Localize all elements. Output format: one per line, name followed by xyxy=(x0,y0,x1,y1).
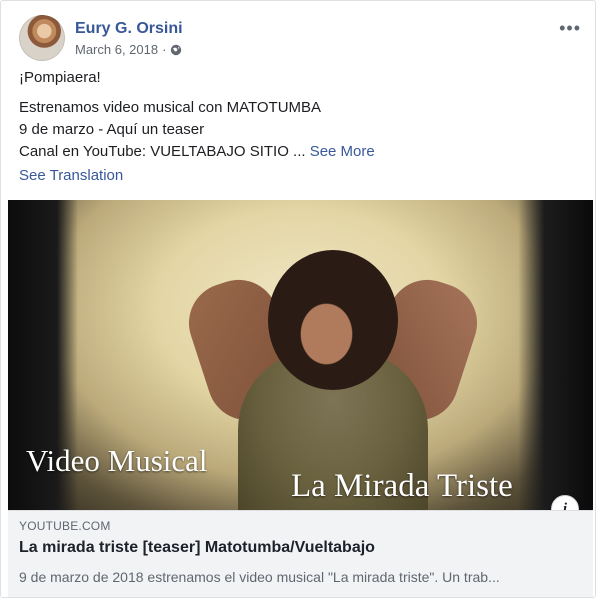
see-translation-link[interactable]: See Translation xyxy=(19,167,123,184)
author-name[interactable]: Eury G. Orsini xyxy=(75,20,183,38)
post-date[interactable]: March 6, 2018 xyxy=(75,42,158,57)
globe-icon[interactable] xyxy=(170,44,182,56)
dancer-head xyxy=(268,250,398,390)
link-preview[interactable]: YOUTUBE.COM La mirada triste [teaser] Ma… xyxy=(8,510,593,597)
post-text-line: ¡Pompiaera! xyxy=(19,69,101,86)
post-text-line: 9 de marzo - Aquí un teaser xyxy=(19,121,205,138)
post-header: Eury G. Orsini March 6, 2018 · ••• xyxy=(19,13,583,61)
video-thumbnail[interactable]: Video Musical La Mirada Triste i xyxy=(8,200,593,510)
curtain-right xyxy=(518,200,593,510)
post-meta: March 6, 2018 · xyxy=(75,42,182,57)
post-text-line: Canal en YouTube: VUELTABAJO SITIO ... xyxy=(19,143,306,160)
post-text-line: Estrenamos video musical con MATOTUMBA xyxy=(19,99,322,116)
post-text: ¡Pompiaera! Estrenamos video musical con… xyxy=(19,67,581,163)
link-description: 9 de marzo de 2018 estrenamos el video m… xyxy=(19,569,500,585)
video-caption-right: La Mirada Triste xyxy=(291,468,513,504)
post-text-line-with-more: Canal en YouTube: VUELTABAJO SITIO ... S… xyxy=(19,141,581,163)
more-options-icon[interactable]: ••• xyxy=(559,19,581,37)
meta-separator: · xyxy=(162,42,167,57)
video-caption-left: Video Musical xyxy=(26,443,208,478)
link-domain: YOUTUBE.COM xyxy=(19,519,111,533)
see-more-link[interactable]: See More xyxy=(310,143,375,160)
post-card: Eury G. Orsini March 6, 2018 · ••• ¡Pomp… xyxy=(0,0,596,598)
link-title[interactable]: La mirada triste [teaser] Matotumba/Vuel… xyxy=(19,539,375,557)
avatar[interactable] xyxy=(19,15,65,61)
